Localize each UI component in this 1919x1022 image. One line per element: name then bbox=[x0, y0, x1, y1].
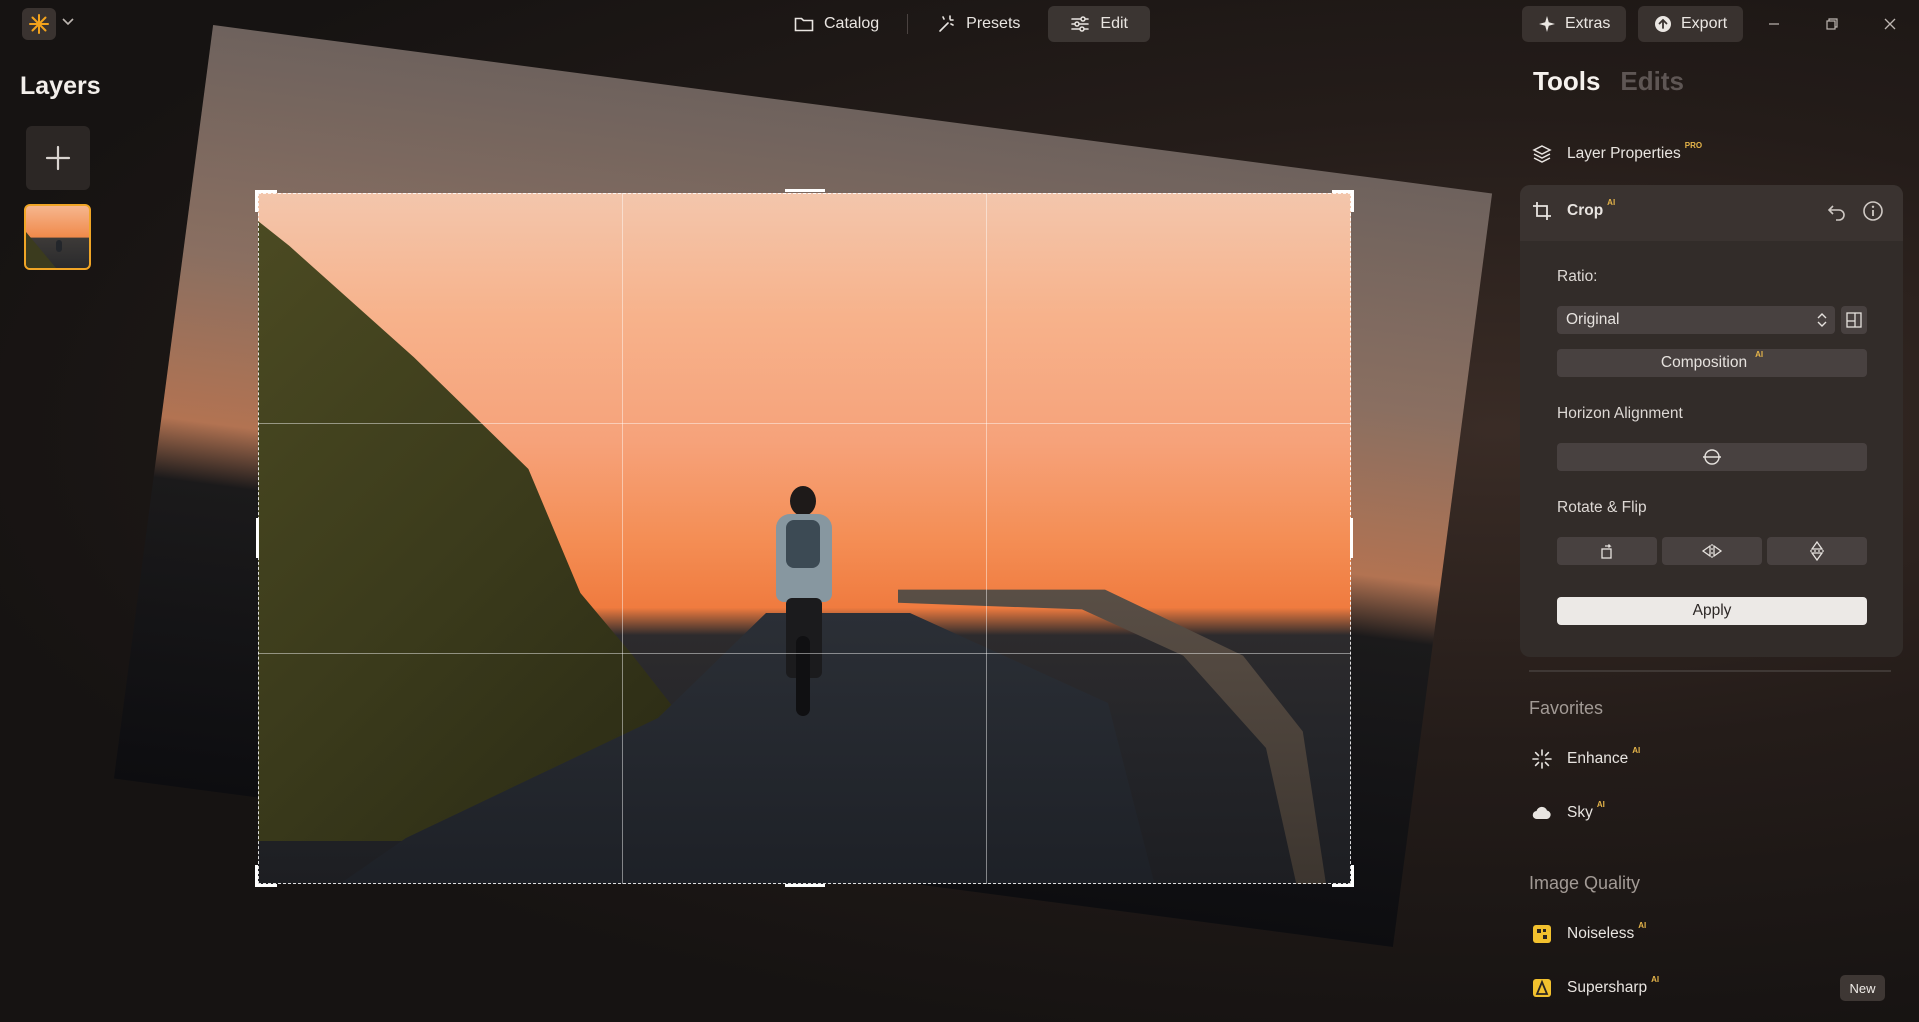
apply-button[interactable]: Apply bbox=[1557, 597, 1867, 625]
sky-label: Sky bbox=[1567, 804, 1593, 821]
ai-badge: AI bbox=[1596, 800, 1605, 809]
select-arrows-icon bbox=[1817, 313, 1827, 327]
tab-edits[interactable]: Edits bbox=[1620, 66, 1684, 97]
ai-badge: AI bbox=[1632, 746, 1641, 755]
plus-icon bbox=[45, 145, 71, 171]
ai-badge: AI bbox=[1638, 921, 1647, 930]
crop-handle-top-left[interactable] bbox=[255, 190, 277, 212]
rotate-flip-label: Rotate & Flip bbox=[1557, 499, 1647, 516]
flip-vertical-button[interactable] bbox=[1767, 537, 1867, 565]
undo-icon[interactable] bbox=[1826, 200, 1848, 222]
panel-divider bbox=[1529, 670, 1891, 672]
layer-properties-text: Layer Properties PRO bbox=[1567, 141, 1702, 163]
crop-handle-top[interactable] bbox=[785, 189, 825, 192]
favorites-title: Favorites bbox=[1529, 698, 1604, 718]
composition-label: Composition bbox=[1660, 354, 1748, 371]
image-quality-title: Image Quality bbox=[1529, 873, 1641, 893]
layers-title: Layers bbox=[20, 72, 101, 100]
flip-horizontal-button[interactable] bbox=[1662, 537, 1762, 565]
layer-thumbnail[interactable] bbox=[24, 204, 91, 270]
crop-handle-bottom-right[interactable] bbox=[1332, 865, 1354, 887]
crop-frame[interactable] bbox=[258, 193, 1351, 884]
cloud-icon bbox=[1531, 802, 1553, 824]
enhance-item[interactable]: Enhance AI bbox=[1531, 746, 1640, 770]
horizon-icon bbox=[1703, 449, 1721, 465]
panel-tabs: Tools Edits bbox=[1533, 66, 1684, 97]
noiseless-icon bbox=[1531, 923, 1553, 945]
ai-badge: AI bbox=[1651, 975, 1660, 984]
crop-title-text: Crop AI bbox=[1567, 198, 1615, 220]
layer-properties-item[interactable]: Layer Properties PRO bbox=[1531, 141, 1702, 165]
pro-badge: PRO bbox=[1684, 141, 1703, 150]
thumbnail-rider bbox=[56, 240, 62, 252]
horizon-alignment-button[interactable] bbox=[1557, 443, 1867, 471]
layer-properties-label: Layer Properties bbox=[1567, 145, 1681, 162]
orientation-toggle-button[interactable] bbox=[1841, 306, 1867, 334]
supersharp-icon bbox=[1531, 977, 1553, 999]
crop-handle-left[interactable] bbox=[256, 518, 259, 558]
rotate-button[interactable] bbox=[1557, 537, 1657, 565]
composition-text: Composition AI bbox=[1660, 350, 1763, 372]
tab-tools[interactable]: Tools bbox=[1533, 66, 1600, 97]
layers-stack-icon bbox=[1531, 143, 1553, 165]
enhance-label: Enhance bbox=[1567, 750, 1629, 767]
rotate-icon bbox=[1601, 544, 1612, 559]
crop-label: Crop bbox=[1567, 202, 1604, 219]
composition-button[interactable]: Composition AI bbox=[1557, 349, 1867, 377]
thumbnail-hill bbox=[26, 232, 56, 268]
crop-icon bbox=[1531, 200, 1553, 222]
crop-handle-bottom[interactable] bbox=[785, 884, 825, 887]
orientation-icon bbox=[1846, 312, 1862, 328]
noiseless-text: Noiseless AI bbox=[1567, 921, 1646, 943]
sky-item[interactable]: Sky AI bbox=[1531, 800, 1605, 824]
crop-handle-right[interactable] bbox=[1350, 518, 1353, 558]
horizon-alignment-label: Horizon Alignment bbox=[1557, 405, 1683, 422]
ratio-select[interactable]: Original bbox=[1557, 306, 1835, 334]
add-layer-button[interactable] bbox=[26, 126, 90, 190]
ratio-label: Ratio: bbox=[1557, 268, 1598, 285]
new-badge: New bbox=[1840, 975, 1885, 1001]
enhance-text: Enhance AI bbox=[1567, 746, 1640, 768]
flip-vertical-icon bbox=[1810, 540, 1824, 562]
supersharp-item[interactable]: Supersharp AI bbox=[1531, 975, 1659, 999]
sky-text: Sky AI bbox=[1567, 800, 1605, 822]
crop-handle-top-right[interactable] bbox=[1332, 190, 1354, 212]
ratio-value: Original bbox=[1566, 311, 1620, 328]
ai-badge: AI bbox=[1755, 350, 1764, 359]
supersharp-text: Supersharp AI bbox=[1567, 975, 1659, 997]
ai-badge: AI bbox=[1607, 198, 1616, 207]
crop-handle-bottom-left[interactable] bbox=[255, 865, 277, 887]
info-icon[interactable] bbox=[1862, 200, 1884, 222]
supersharp-label: Supersharp bbox=[1567, 979, 1648, 996]
enhance-icon bbox=[1531, 748, 1553, 770]
flip-horizontal-icon bbox=[1701, 544, 1723, 558]
noiseless-label: Noiseless bbox=[1567, 925, 1635, 942]
noiseless-item[interactable]: Noiseless AI bbox=[1531, 921, 1646, 945]
crop-title-row: Crop AI bbox=[1531, 198, 1615, 222]
